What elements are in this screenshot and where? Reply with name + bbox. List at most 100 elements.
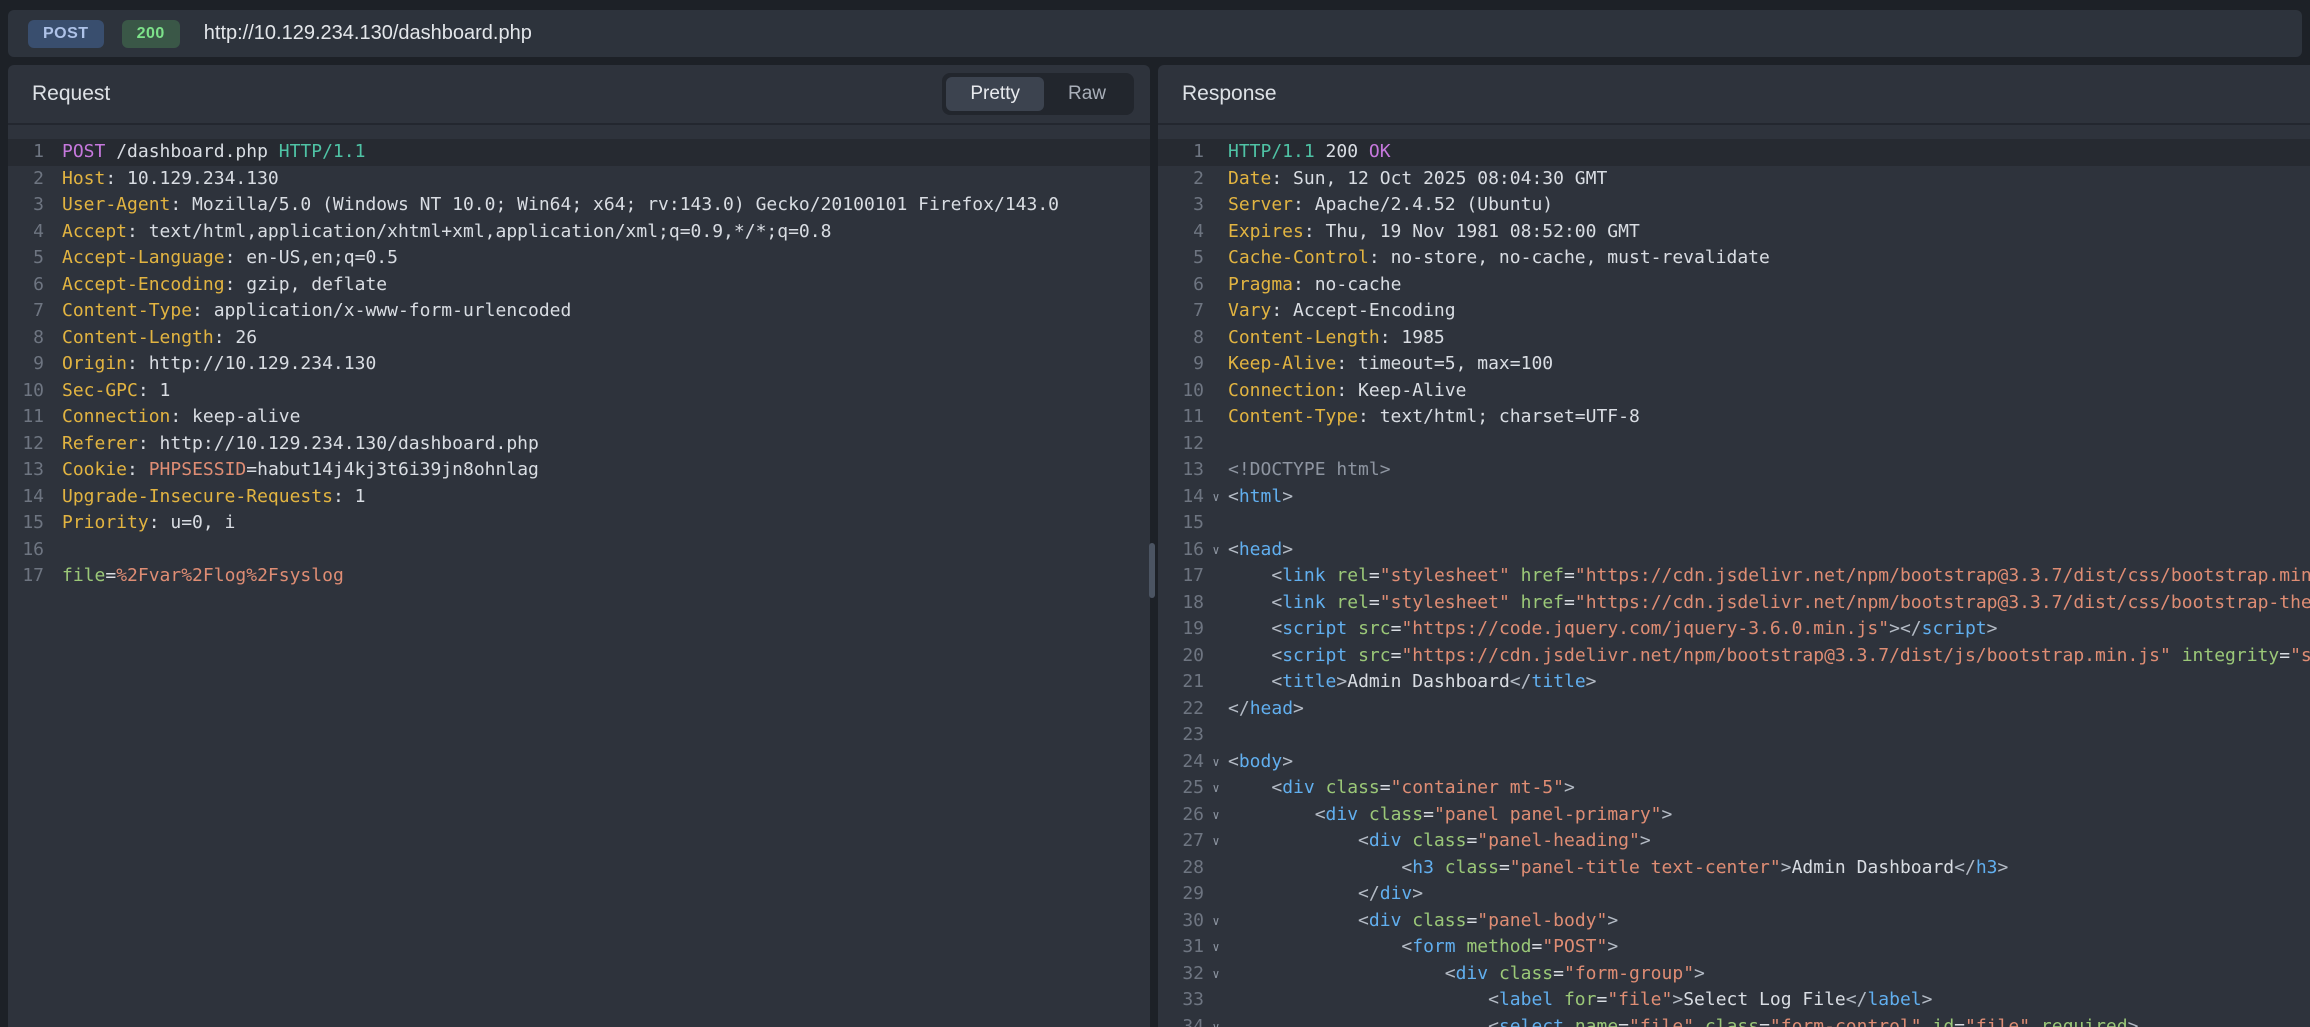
code-text: Vary: Accept-Encoding bbox=[1228, 298, 1456, 325]
code-line[interactable]: 23 bbox=[1158, 722, 2310, 749]
code-line[interactable]: 13<!DOCTYPE html> bbox=[1158, 457, 2310, 484]
code-text: <form method="POST"> bbox=[1228, 934, 1618, 961]
fold-chevron-icon[interactable]: ∨ bbox=[1204, 1014, 1228, 1027]
code-line[interactable]: 5Cache-Control: no-store, no-cache, must… bbox=[1158, 245, 2310, 272]
fold-chevron-icon[interactable]: ∨ bbox=[1204, 908, 1228, 935]
code-line[interactable]: 16∨<head> bbox=[1158, 537, 2310, 564]
fold-chevron-icon[interactable]: ∨ bbox=[1204, 775, 1228, 802]
code-line[interactable]: 1POST /dashboard.php HTTP/1.1 bbox=[8, 139, 1150, 166]
response-editor[interactable]: 1HTTP/1.1 200 OK2Date: Sun, 12 Oct 2025 … bbox=[1158, 127, 2310, 1027]
code-line[interactable]: 2Date: Sun, 12 Oct 2025 08:04:30 GMT bbox=[1158, 166, 2310, 193]
tab-raw[interactable]: Raw bbox=[1044, 77, 1130, 111]
code-line[interactable]: 13Cookie: PHPSESSID=habut14j4kj3t6i39jn8… bbox=[8, 457, 1150, 484]
code-line[interactable]: 2Host: 10.129.234.130 bbox=[8, 166, 1150, 193]
code-text: <select name="file" class="form-control"… bbox=[1228, 1014, 2138, 1027]
fold-chevron-icon[interactable]: ∨ bbox=[1204, 961, 1228, 988]
panel-resize-grip[interactable] bbox=[1149, 543, 1155, 598]
line-number: 11 bbox=[1158, 404, 1204, 431]
fold-chevron-icon[interactable]: ∨ bbox=[1204, 749, 1228, 776]
code-text: Expires: Thu, 19 Nov 1981 08:52:00 GMT bbox=[1228, 219, 1640, 246]
code-line[interactable]: 6Pragma: no-cache bbox=[1158, 272, 2310, 299]
fold-gutter bbox=[1204, 855, 1228, 882]
fold-chevron-icon[interactable]: ∨ bbox=[1204, 484, 1228, 511]
code-line[interactable]: 20 <script src="https://cdn.jsdelivr.net… bbox=[1158, 643, 2310, 670]
fold-gutter bbox=[1204, 139, 1228, 166]
code-line[interactable]: 26∨ <div class="panel panel-primary"> bbox=[1158, 802, 2310, 829]
fold-chevron-icon[interactable]: ∨ bbox=[1204, 934, 1228, 961]
line-number: 31 bbox=[1158, 934, 1204, 961]
line-number: 22 bbox=[1158, 696, 1204, 723]
fold-gutter bbox=[1204, 166, 1228, 193]
code-line[interactable]: 7 Vary: Accept-Encoding bbox=[1158, 298, 2310, 325]
code-line[interactable]: 31∨ <form method="POST"> bbox=[1158, 934, 2310, 961]
code-line[interactable]: 9Keep-Alive: timeout=5, max=100 bbox=[1158, 351, 2310, 378]
fold-gutter bbox=[1204, 722, 1228, 749]
code-line[interactable]: 10Connection: Keep-Alive bbox=[1158, 378, 2310, 405]
code-line[interactable]: 4Expires: Thu, 19 Nov 1981 08:52:00 GMT bbox=[1158, 219, 2310, 246]
fold-chevron-icon[interactable]: ∨ bbox=[1204, 802, 1228, 829]
fold-gutter bbox=[1204, 325, 1228, 352]
fold-gutter bbox=[1204, 696, 1228, 723]
code-line[interactable]: 9Origin: http://10.129.234.130 bbox=[8, 351, 1150, 378]
code-line[interactable]: 17file=%2Fvar%2Flog%2Fsyslog bbox=[8, 563, 1150, 590]
code-line[interactable]: 11Content-Type: text/html; charset=UTF-8 bbox=[1158, 404, 2310, 431]
code-line[interactable]: 28 <h3 class="panel-title text-center">A… bbox=[1158, 855, 2310, 882]
code-line[interactable]: 17 <link rel="stylesheet" href="https://… bbox=[1158, 563, 2310, 590]
line-number: 8 bbox=[8, 325, 44, 352]
line-number: 15 bbox=[8, 510, 44, 537]
fold-gutter bbox=[1204, 643, 1228, 670]
code-text: <div class="panel panel-primary"> bbox=[1228, 802, 1672, 829]
tab-pretty[interactable]: Pretty bbox=[946, 77, 1044, 111]
code-line[interactable]: 18 <link rel="stylesheet" href="https://… bbox=[1158, 590, 2310, 617]
fold-gutter bbox=[1204, 987, 1228, 1014]
code-line[interactable]: 10Sec-GPC: 1 bbox=[8, 378, 1150, 405]
fold-chevron-icon[interactable]: ∨ bbox=[1204, 828, 1228, 855]
code-line[interactable]: 12 bbox=[1158, 431, 2310, 458]
response-panel-header: Response bbox=[1158, 65, 2310, 125]
code-line[interactable]: 4Accept: text/html,application/xhtml+xml… bbox=[8, 219, 1150, 246]
code-line[interactable]: 7Content-Type: application/x-www-form-ur… bbox=[8, 298, 1150, 325]
code-line[interactable]: 8Content-Length: 26 bbox=[8, 325, 1150, 352]
code-line[interactable]: 24∨<body> bbox=[1158, 749, 2310, 776]
code-line[interactable]: 32∨ <div class="form-group"> bbox=[1158, 961, 2310, 988]
fold-gutter bbox=[44, 510, 62, 537]
code-line[interactable]: 15 bbox=[1158, 510, 2310, 537]
code-line[interactable]: 14∨<html> bbox=[1158, 484, 2310, 511]
response-panel: Response 1HTTP/1.1 200 OK2Date: Sun, 12 … bbox=[1158, 65, 2310, 1027]
code-line[interactable]: 3User-Agent: Mozilla/5.0 (Windows NT 10.… bbox=[8, 192, 1150, 219]
fold-chevron-icon[interactable]: ∨ bbox=[1204, 537, 1228, 564]
code-line[interactable]: 29 </div> bbox=[1158, 881, 2310, 908]
code-line[interactable]: 14Upgrade-Insecure-Requests: 1 bbox=[8, 484, 1150, 511]
code-line[interactable]: 21 <title>Admin Dashboard</title> bbox=[1158, 669, 2310, 696]
code-line[interactable]: 25∨ <div class="container mt-5"> bbox=[1158, 775, 2310, 802]
code-text: <body> bbox=[1228, 749, 1293, 776]
code-line[interactable]: 11Connection: keep-alive bbox=[8, 404, 1150, 431]
code-line[interactable]: 8Content-Length: 1985 bbox=[1158, 325, 2310, 352]
code-line[interactable]: 5Accept-Language: en-US,en;q=0.5 bbox=[8, 245, 1150, 272]
code-line[interactable]: 6Accept-Encoding: gzip, deflate bbox=[8, 272, 1150, 299]
code-line[interactable]: 27∨ <div class="panel-heading"> bbox=[1158, 828, 2310, 855]
code-line[interactable]: 12Referer: http://10.129.234.130/dashboa… bbox=[8, 431, 1150, 458]
line-number: 17 bbox=[1158, 563, 1204, 590]
code-line[interactable]: 15Priority: u=0, i bbox=[8, 510, 1150, 537]
code-text: Content-Type: application/x-www-form-url… bbox=[62, 298, 571, 325]
code-text: User-Agent: Mozilla/5.0 (Windows NT 10.0… bbox=[62, 192, 1059, 219]
code-line[interactable]: 33 <label for="file">Select Log File</la… bbox=[1158, 987, 2310, 1014]
code-text: POST /dashboard.php HTTP/1.1 bbox=[62, 139, 365, 166]
code-line[interactable]: 34∨ <select name="file" class="form-cont… bbox=[1158, 1014, 2310, 1027]
line-number: 34 bbox=[1158, 1014, 1204, 1027]
code-line[interactable]: 19 <script src="https://code.jquery.com/… bbox=[1158, 616, 2310, 643]
code-text: <html> bbox=[1228, 484, 1293, 511]
code-line[interactable]: 16 bbox=[8, 537, 1150, 564]
fold-gutter bbox=[1204, 669, 1228, 696]
code-line[interactable]: 3Server: Apache/2.4.52 (Ubuntu) bbox=[1158, 192, 2310, 219]
code-line[interactable]: 1HTTP/1.1 200 OK bbox=[1158, 139, 2310, 166]
code-line[interactable]: 22</head> bbox=[1158, 696, 2310, 723]
request-view-toggle: Pretty Raw bbox=[942, 73, 1134, 115]
fold-gutter bbox=[44, 484, 62, 511]
fold-gutter bbox=[1204, 510, 1228, 537]
request-editor[interactable]: 1POST /dashboard.php HTTP/1.12Host: 10.1… bbox=[8, 127, 1150, 1027]
fold-gutter bbox=[44, 298, 62, 325]
line-number: 7 bbox=[1158, 298, 1204, 325]
code-line[interactable]: 30∨ <div class="panel-body"> bbox=[1158, 908, 2310, 935]
